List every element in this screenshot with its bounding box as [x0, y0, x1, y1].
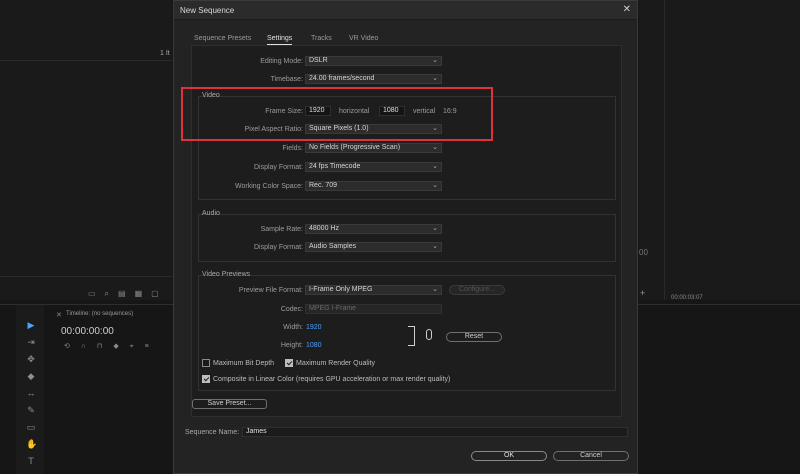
timebase-value: 24.00 frames/second: [309, 75, 375, 82]
timebase-label: Timebase:: [270, 76, 303, 83]
close-icon[interactable]: ✕: [623, 4, 631, 15]
sample-rate-label: Sample Rate:: [260, 226, 303, 233]
editing-mode-value: DSLR: [309, 57, 328, 64]
reset-button[interactable]: Reset: [446, 332, 502, 342]
preview-height-value[interactable]: 1080: [306, 342, 322, 349]
pen-tool-icon[interactable]: ✎: [26, 405, 36, 415]
tab-vr-video[interactable]: VR Video: [349, 35, 378, 42]
video-display-format-dropdown[interactable]: 24 fps Timecode ⌄: [305, 162, 442, 172]
type-tool-icon[interactable]: T: [26, 456, 36, 466]
preview-file-format-value: I-Frame Only MPEG: [309, 286, 373, 293]
chevron-down-icon: ⌄: [432, 286, 438, 293]
tab-sequence-presets[interactable]: Sequence Presets: [194, 35, 251, 42]
panel-icons-row: ▭⌕▤▦▢: [88, 289, 168, 298]
composite-linear-label: Composite in Linear Color (requires GPU …: [213, 376, 451, 383]
chevron-down-icon: ⌄: [432, 182, 438, 189]
editing-mode-label: Editing Mode:: [260, 58, 303, 65]
add-marker-icon[interactable]: +: [640, 288, 645, 298]
chevron-down-icon: ⌄: [432, 225, 438, 232]
timeline-toolbar-icons: ⟲∩⊓◆⌖≡: [64, 343, 160, 350]
fields-dropdown[interactable]: No Fields (Progressive Scan) ⌄: [305, 143, 442, 153]
tab-tracks[interactable]: Tracks: [311, 35, 332, 42]
dialog-title: New Sequence: [180, 6, 235, 15]
max-bit-depth-checkbox[interactable]: [202, 359, 210, 367]
track-select-tool-icon[interactable]: ⇥: [26, 337, 36, 347]
editing-mode-dropdown[interactable]: DSLR ⌄: [305, 56, 442, 66]
max-render-quality-checkbox[interactable]: [285, 359, 293, 367]
chevron-down-icon: ⌄: [432, 163, 438, 170]
link-icon[interactable]: [426, 329, 432, 340]
video-previews-group-label: Video Previews: [202, 271, 251, 278]
codec-value: MPEG I-Frame: [309, 305, 357, 312]
preview-file-format-label: Preview File Format:: [238, 287, 303, 294]
sequence-name-label: Sequence Name:: [185, 429, 240, 436]
timeline-tab[interactable]: Timeline: (no sequences): [66, 311, 133, 317]
left-panel-divider: [0, 60, 172, 61]
timeline-timecode[interactable]: 00:00:00:00: [61, 326, 114, 337]
right-timecode: 00:00:03:07: [671, 295, 703, 301]
rectangle-tool-icon[interactable]: ▭: [26, 422, 36, 432]
preview-file-format-dropdown[interactable]: I-Frame Only MPEG ⌄: [305, 285, 442, 295]
partial-digits: 00: [639, 248, 648, 257]
sample-rate-value: 48000 Hz: [309, 225, 339, 232]
codec-label: Codec:: [280, 306, 303, 313]
video-display-format-value: 24 fps Timecode: [309, 163, 361, 170]
configure-button[interactable]: Configure...: [449, 285, 505, 295]
codec-dropdown[interactable]: MPEG I-Frame: [305, 304, 442, 314]
fields-label: Fields:: [282, 145, 303, 152]
selection-tool-icon[interactable]: ▶: [26, 320, 36, 330]
audio-display-format-dropdown[interactable]: Audio Samples ⌄: [305, 242, 442, 252]
max-render-quality-label: Maximum Render Quality: [296, 360, 375, 367]
tab-settings[interactable]: Settings: [267, 35, 293, 45]
height-label: Height:: [280, 342, 303, 349]
preview-width-value[interactable]: 1920: [306, 324, 322, 331]
working-color-value: Rec. 709: [309, 182, 338, 189]
ok-button[interactable]: OK: [471, 451, 547, 461]
audio-display-format-label: Display Format:: [253, 244, 303, 251]
chevron-down-icon: ⌄: [432, 57, 438, 64]
razor-tool-icon[interactable]: ◆: [26, 371, 36, 381]
slip-tool-icon[interactable]: ↔: [26, 388, 36, 398]
left-upper-panel: [0, 0, 172, 300]
audio-group: [198, 214, 616, 262]
chevron-down-icon: ⌄: [432, 75, 438, 82]
dialog-titlebar: New Sequence ✕: [174, 1, 637, 20]
hand-tool-icon[interactable]: ✋: [26, 439, 37, 449]
fields-value: No Fields (Progressive Scan): [309, 144, 401, 151]
new-sequence-dialog: New Sequence ✕ Sequence Presets Settings…: [173, 0, 638, 474]
ripple-edit-tool-icon[interactable]: ✥: [26, 354, 36, 364]
sequence-name-input[interactable]: James: [242, 427, 628, 437]
panel-count: 1 It: [160, 50, 170, 57]
width-label: Width:: [283, 324, 303, 331]
sample-rate-dropdown[interactable]: 48000 Hz ⌄: [305, 224, 442, 234]
right-panel-divider: [664, 0, 665, 300]
chevron-down-icon: ⌄: [432, 243, 438, 250]
link-bracket: [408, 326, 415, 346]
chevron-down-icon: ⌄: [432, 144, 438, 151]
audio-group-label: Audio: [202, 210, 220, 217]
composite-linear-checkbox[interactable]: [202, 375, 210, 383]
max-bit-depth-label: Maximum Bit Depth: [213, 360, 275, 367]
timebase-dropdown[interactable]: 24.00 frames/second ⌄: [305, 74, 442, 84]
working-color-space-dropdown[interactable]: Rec. 709 ⌄: [305, 181, 442, 191]
display-format-label: Display Format:: [253, 164, 303, 171]
save-preset-button[interactable]: Save Preset...: [192, 399, 267, 409]
cancel-button[interactable]: Cancel: [553, 451, 629, 461]
timeline-close-icon[interactable]: ✕: [56, 311, 62, 319]
left-lower-divider: [0, 276, 172, 277]
audio-display-format-value: Audio Samples: [309, 243, 357, 250]
working-color-space-label: Working Color Space:: [235, 183, 303, 190]
highlight-annotation: [181, 87, 493, 141]
